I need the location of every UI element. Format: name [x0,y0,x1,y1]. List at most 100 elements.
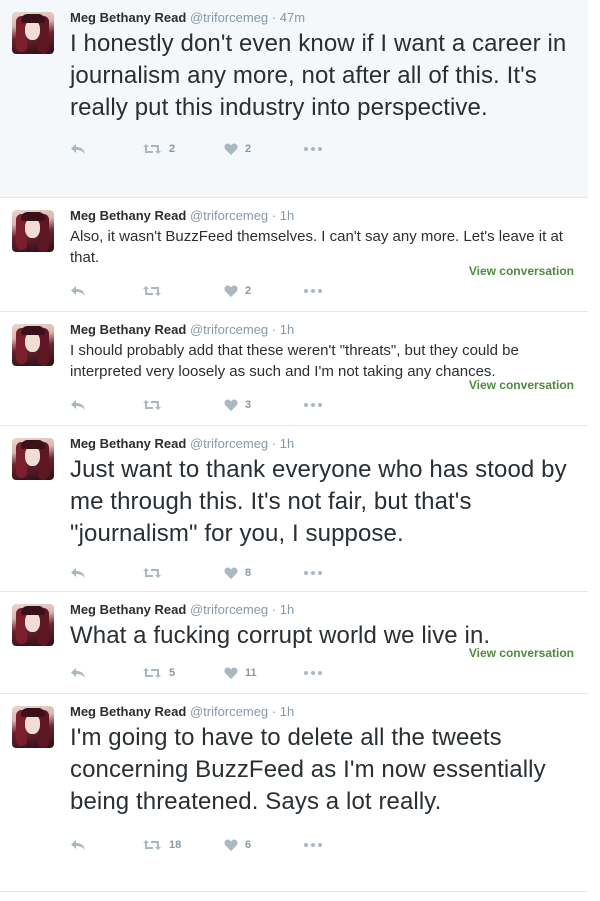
retweet-icon [143,668,161,678]
tweet-header: Meg Bethany Read @triforcemeg · 1h [70,602,576,618]
tweet[interactable]: Meg Bethany Read @triforcemeg · 1h What … [0,592,588,694]
retweet-icon [143,568,161,578]
reply-arrow-icon [71,568,85,578]
tweet-actions: 18 6 [70,828,576,862]
more-button[interactable] [304,289,322,293]
author-handle[interactable]: @triforcemeg [190,10,268,25]
tweet-text: I'm going to have to delete all the twee… [70,724,546,815]
tweet-header: Meg Bethany Read @triforcemeg · 1h [70,436,576,452]
heart-icon [224,567,238,579]
like-button[interactable]: 2 [224,143,304,155]
retweet-icon [143,840,161,850]
retweet-count: 2 [169,143,176,155]
author-name[interactable]: Meg Bethany Read [70,208,186,223]
tweet[interactable]: Meg Bethany Read @triforcemeg · 1h I sho… [0,312,588,426]
tweet-timestamp[interactable]: 1h [280,322,294,337]
like-button[interactable]: 8 [224,567,304,579]
tweet-text: Also, it wasn't BuzzFeed themselves. I c… [70,228,563,266]
tweet-actions: 2 2 [70,132,576,166]
tweet-timestamp[interactable]: 1h [280,436,294,451]
retweet-button[interactable] [142,399,224,411]
tweet-header: Meg Bethany Read @triforcemeg · 1h [70,704,576,720]
tweet-text: I should probably add that these weren't… [70,342,519,380]
retweet-button[interactable]: 5 [142,667,224,679]
tweet[interactable]: Meg Bethany Read @triforcemeg · 47m I ho… [0,0,588,198]
reply-button[interactable] [70,399,142,411]
retweet-count: 5 [169,667,176,679]
avatar[interactable] [12,706,54,748]
tweet-actions: 8 [70,556,576,590]
retweet-button[interactable]: 2 [142,143,224,155]
more-dots-icon [304,571,322,575]
separator-dot: · [271,208,277,223]
tweet-timestamp[interactable]: 1h [280,602,294,617]
author-name[interactable]: Meg Bethany Read [70,602,186,617]
reply-button[interactable] [70,143,142,155]
author-handle[interactable]: @triforcemeg [190,208,268,223]
like-count: 6 [245,839,252,851]
more-button[interactable] [304,843,322,847]
view-conversation-link[interactable]: View conversation [469,646,574,660]
reply-arrow-icon [71,668,85,678]
more-button[interactable] [304,147,322,151]
avatar[interactable] [12,12,54,54]
tweet[interactable]: Meg Bethany Read @triforcemeg · 1h Just … [0,426,588,592]
more-dots-icon [304,147,322,151]
more-dots-icon [304,289,322,293]
tweet-actions: 2 View conversation [70,264,576,308]
tweet-header: Meg Bethany Read @triforcemeg · 1h [70,322,576,338]
reply-arrow-icon [71,286,85,296]
tweet-timeline: Meg Bethany Read @triforcemeg · 47m I ho… [0,0,588,892]
reply-arrow-icon [71,144,85,154]
retweet-icon [143,144,161,154]
like-count: 2 [245,285,252,297]
view-conversation-link[interactable]: View conversation [469,264,574,278]
like-button[interactable]: 2 [224,285,304,297]
tweet-timestamp[interactable]: 1h [280,704,294,719]
more-dots-icon [304,403,322,407]
tweet-text: I honestly don't even know if I want a c… [70,30,567,121]
reply-button[interactable] [70,839,142,851]
author-handle[interactable]: @triforcemeg [190,436,268,451]
reply-button[interactable] [70,285,142,297]
author-handle[interactable]: @triforcemeg [190,322,268,337]
more-button[interactable] [304,671,322,675]
separator-dot: · [271,10,277,25]
reply-button[interactable] [70,667,142,679]
tweet-timestamp[interactable]: 47m [280,10,305,25]
avatar[interactable] [12,210,54,252]
tweet[interactable]: Meg Bethany Read @triforcemeg · 1h I'm g… [0,694,588,892]
tweet[interactable]: Meg Bethany Read @triforcemeg · 1h Also,… [0,198,588,312]
heart-icon [224,285,238,297]
tweet-header: Meg Bethany Read @triforcemeg · 1h [70,208,576,224]
retweet-button[interactable]: 18 [142,839,224,851]
like-count: 3 [245,399,252,411]
avatar[interactable] [12,604,54,646]
like-button[interactable]: 3 [224,399,304,411]
view-conversation-link[interactable]: View conversation [469,378,574,392]
like-button[interactable]: 6 [224,839,304,851]
more-button[interactable] [304,403,322,407]
more-dots-icon [304,843,322,847]
retweet-button[interactable] [142,285,224,297]
author-handle[interactable]: @triforcemeg [190,704,268,719]
like-count: 2 [245,143,252,155]
author-name[interactable]: Meg Bethany Read [70,322,186,337]
avatar[interactable] [12,324,54,366]
avatar[interactable] [12,438,54,480]
author-name[interactable]: Meg Bethany Read [70,704,186,719]
tweet-timestamp[interactable]: 1h [280,208,294,223]
reply-arrow-icon [71,840,85,850]
separator-dot: · [271,704,277,719]
like-button[interactable]: 11 [224,667,304,679]
separator-dot: · [271,436,277,451]
heart-icon [224,667,238,679]
author-name[interactable]: Meg Bethany Read [70,10,186,25]
retweet-icon [143,286,161,296]
more-button[interactable] [304,571,322,575]
retweet-button[interactable] [142,567,224,579]
tweet-text: Just want to thank everyone who has stoo… [70,456,567,547]
author-name[interactable]: Meg Bethany Read [70,436,186,451]
reply-button[interactable] [70,567,142,579]
author-handle[interactable]: @triforcemeg [190,602,268,617]
